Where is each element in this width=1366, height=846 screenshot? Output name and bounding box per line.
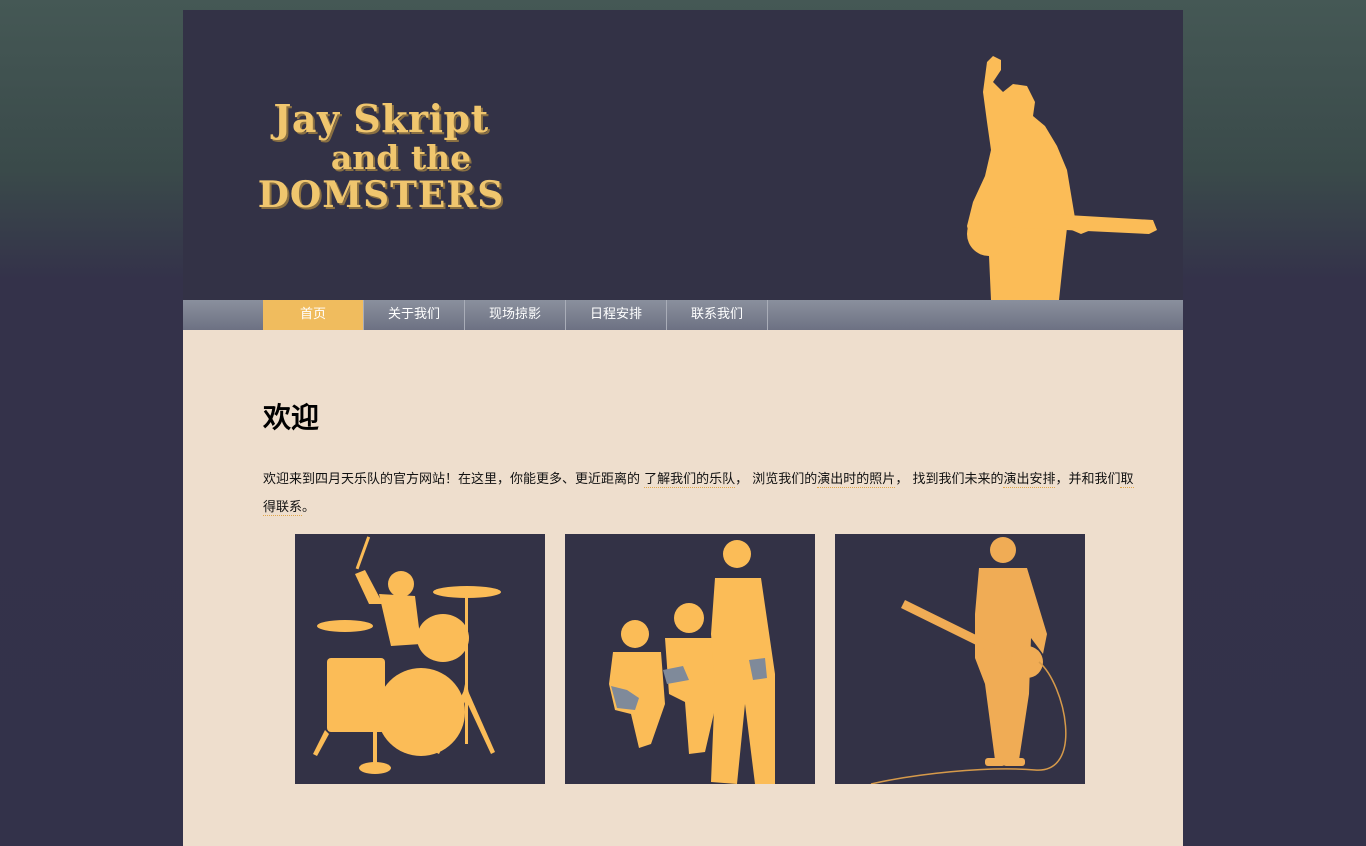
logo-line-3: DOMSTERS bbox=[257, 174, 505, 216]
intro-text-1: 欢迎来到四月天乐队的官方网站！在这里，你能更多、更近距离的 bbox=[263, 472, 645, 487]
intro-text-4: ，并和我们 bbox=[1055, 472, 1121, 487]
schedule-link[interactable]: 演出安排 bbox=[1003, 472, 1056, 488]
drummer-photo bbox=[295, 534, 545, 784]
nav-item-photos[interactable]: 现场掠影 bbox=[465, 300, 566, 330]
bassist-silhouette-icon bbox=[870, 537, 1067, 785]
nav-item-about[interactable]: 关于我们 bbox=[364, 300, 465, 330]
bassist-photo bbox=[835, 534, 1085, 785]
intro-paragraph: 欢迎来到四月天乐队的官方网站！在这里，你能更多、更近距离的 了解我们的乐队， 浏… bbox=[263, 466, 1143, 522]
main-navigation: 首页 关于我们 现场掠影 日程安排 联系我们 bbox=[183, 300, 1183, 330]
intro-text-3: ， 找到我们未来的 bbox=[895, 472, 1004, 487]
nav-item-schedule[interactable]: 日程安排 bbox=[566, 300, 667, 330]
nav-item-home[interactable]: 首页 bbox=[263, 300, 364, 330]
about-link[interactable]: 了解我们的乐队 bbox=[644, 472, 736, 488]
intro-text-2: ， 浏览我们的 bbox=[735, 472, 818, 487]
logo-line-2: and the bbox=[330, 138, 472, 177]
logo-line-1: Jay Skript bbox=[273, 96, 489, 141]
site-header: Jay Skript and the DOMSTERS bbox=[183, 10, 1183, 300]
band-group-silhouette-icon bbox=[609, 540, 775, 784]
nav-item-contact[interactable]: 联系我们 bbox=[667, 300, 768, 330]
guitarist-silhouette-icon bbox=[967, 56, 1157, 300]
photos-link[interactable]: 演出时的照片 bbox=[817, 472, 896, 488]
intro-text-5: 。 bbox=[302, 500, 316, 515]
page-wrapper: Jay Skript and the DOMSTERS 首页 关于我们 现场掠影… bbox=[183, 10, 1183, 846]
page-title: 欢迎 bbox=[263, 401, 320, 434]
band-group-photo bbox=[565, 534, 815, 784]
drummer-silhouette-icon bbox=[313, 536, 501, 774]
band-logo[interactable]: Jay Skript and the DOMSTERS bbox=[241, 98, 521, 218]
